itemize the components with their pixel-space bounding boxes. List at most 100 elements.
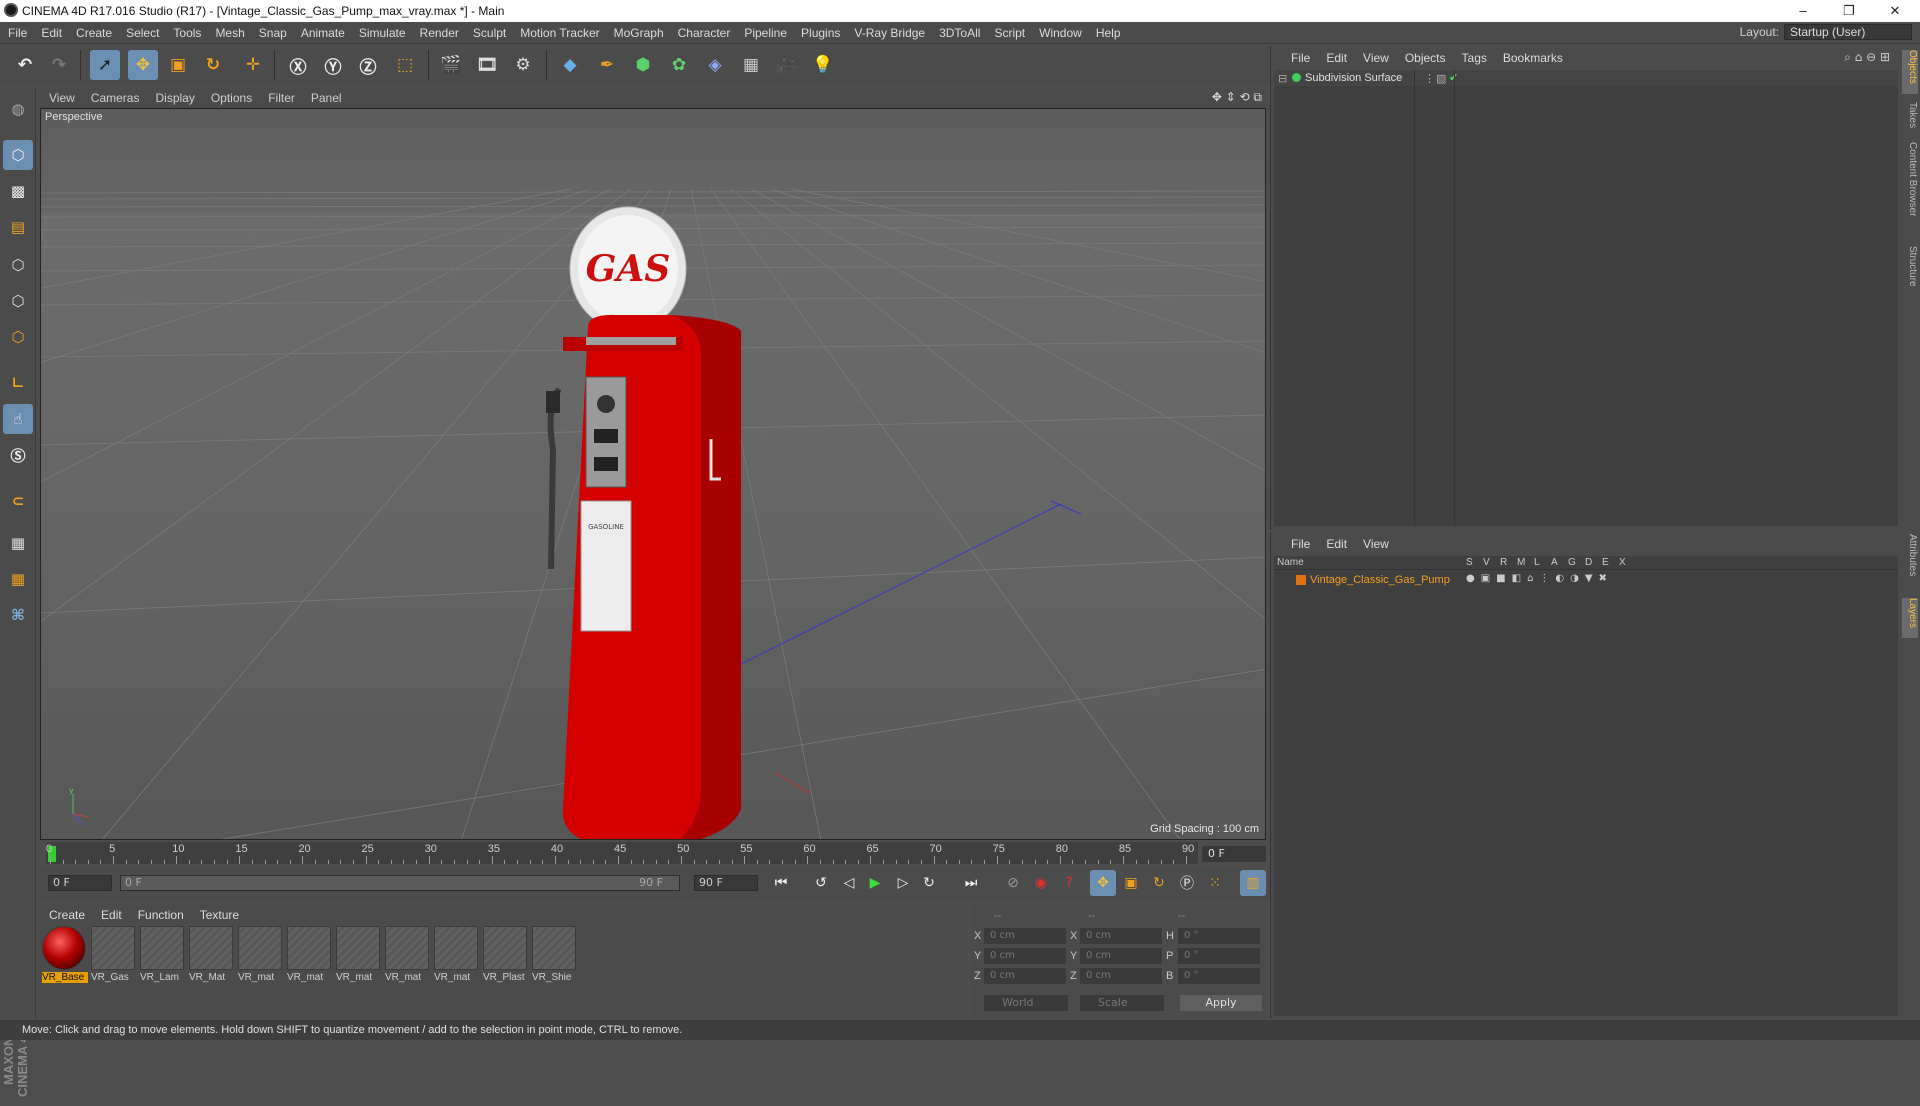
restore-button[interactable]: ❐ xyxy=(1826,0,1872,22)
redo-icon[interactable]: ↷ xyxy=(44,50,74,80)
pos-y-field[interactable]: 0 cm xyxy=(984,948,1066,964)
edit-flag-icon[interactable]: ▨ xyxy=(1436,72,1446,85)
menu-edit[interactable]: Edit xyxy=(33,22,68,40)
magnet-icon[interactable]: ⊂ xyxy=(3,486,33,516)
material-swatch[interactable]: VR_mat xyxy=(336,926,382,988)
objects-menu-bookmarks[interactable]: Bookmarks xyxy=(1494,46,1570,65)
menu-tools[interactable]: Tools xyxy=(165,22,207,40)
menu-render[interactable]: Render xyxy=(412,22,465,40)
render-view-icon[interactable]: 🎬 xyxy=(436,50,466,80)
tab-structure[interactable]: Structure xyxy=(1902,246,1918,298)
key-point-level-icon[interactable]: ⁙ xyxy=(1202,870,1228,896)
record-active-objects-icon[interactable]: ◉ xyxy=(1028,870,1054,896)
material-swatch[interactable]: VR_Mat xyxy=(189,926,235,988)
lock-workplane-icon[interactable]: ▦ xyxy=(3,528,33,558)
viewport-menu-panel[interactable]: Panel xyxy=(302,88,349,105)
material-swatch[interactable]: VR_Lam xyxy=(140,926,186,988)
points-mode-icon[interactable]: ⬡ xyxy=(3,250,33,280)
object-list[interactable]: ⊟ Subdivision Surface ⋮ ▨ ✔ xyxy=(1274,70,1898,526)
menu-script[interactable]: Script xyxy=(986,22,1031,40)
key-parameter-icon[interactable]: Ⓟ xyxy=(1174,870,1200,896)
objects-menu-edit[interactable]: Edit xyxy=(1317,46,1354,65)
tab-attributes[interactable]: Attributes xyxy=(1902,534,1918,590)
material-swatch[interactable]: VR_Base xyxy=(42,926,88,988)
end-frame-field[interactable]: 90 F xyxy=(694,875,758,891)
coordinate-space-dropdown[interactable]: World xyxy=(984,995,1068,1011)
polygons-mode-icon[interactable]: ⬡ xyxy=(3,322,33,352)
autokeying-icon[interactable]: ? xyxy=(1056,870,1082,896)
perspective-viewport[interactable]: GAS GASOLINE y Perspective Grid Spacing … xyxy=(40,108,1266,840)
camera-icon[interactable]: 🎥 xyxy=(772,50,802,80)
rot-p-field[interactable]: 0 ° xyxy=(1178,948,1260,964)
key-scale-icon[interactable]: ▣ xyxy=(1118,870,1144,896)
material-swatch[interactable]: VR_Shie xyxy=(532,926,578,988)
objects-menu-view[interactable]: View xyxy=(1354,46,1396,65)
rot-b-field[interactable]: 0 ° xyxy=(1178,968,1260,984)
objects-menu-objects[interactable]: Objects xyxy=(1396,46,1453,65)
material-menu-create[interactable]: Create xyxy=(40,904,92,922)
previous-key-icon[interactable]: ↺ xyxy=(808,870,834,896)
gas-pump-model[interactable]: GAS GASOLINE xyxy=(546,206,741,840)
cube-object-icon[interactable]: ◆ xyxy=(555,50,585,80)
size-x-field[interactable]: 0 cm xyxy=(1080,928,1162,944)
pos-x-field[interactable]: 0 cm xyxy=(984,928,1066,944)
rot-h-field[interactable]: 0 ° xyxy=(1178,928,1260,944)
object-manager-search-icon[interactable]: ⌕ ⌂ ⊖ ⊞ xyxy=(1844,50,1890,65)
viewport-menu-cameras[interactable]: Cameras xyxy=(82,88,147,105)
planar-workplane-icon[interactable]: ▦ xyxy=(3,564,33,594)
tab-layers[interactable]: Layers xyxy=(1902,598,1918,638)
scale-tool-icon[interactable]: ▣ xyxy=(163,50,193,80)
layer-row[interactable]: Vintage_Classic_Gas_Pump ●▣■◧⌂⋮◐◑▼✖ xyxy=(1274,572,1898,588)
menu-character[interactable]: Character xyxy=(670,22,737,40)
transform-tool-icon[interactable]: ✛ xyxy=(238,50,268,80)
subdivision-surface-icon[interactable]: ⬢ xyxy=(628,50,658,80)
play-icon[interactable]: ▶ xyxy=(862,870,888,896)
menu-window[interactable]: Window xyxy=(1031,22,1088,40)
rotate-tool-icon[interactable]: ↻ xyxy=(198,50,228,80)
timeline-ruler[interactable]: 0 5 10 15 20 25 30 35 40 45 50 55 60 65 70 75 80 85 90 xyxy=(46,842,1198,864)
tab-content-browser[interactable]: Content Browser xyxy=(1902,142,1918,238)
tab-objects[interactable]: Objects xyxy=(1902,50,1918,94)
menu-plugins[interactable]: Plugins xyxy=(793,22,846,40)
menu-motion-tracker[interactable]: Motion Tracker xyxy=(512,22,605,40)
material-swatch[interactable]: VR_mat xyxy=(287,926,333,988)
material-swatch[interactable]: VR_Plast xyxy=(483,926,529,988)
layers-menu-edit[interactable]: Edit xyxy=(1317,532,1354,551)
viewport-menu-filter[interactable]: Filter xyxy=(259,88,302,105)
tab-takes[interactable]: Takes xyxy=(1902,102,1918,132)
coordinate-system-icon[interactable]: ⬚ xyxy=(390,50,420,80)
timeline-window-icon[interactable]: ▥ xyxy=(1240,870,1266,896)
workplane-mode-icon[interactable]: ▤ xyxy=(3,212,33,242)
expand-icon[interactable]: ⊟ xyxy=(1278,72,1287,85)
floor-scene-icon[interactable]: ▦ xyxy=(736,50,766,80)
layer-name[interactable]: Vintage_Classic_Gas_Pump xyxy=(1310,574,1450,586)
menu-animate[interactable]: Animate xyxy=(293,22,351,40)
go-to-start-icon[interactable]: ⏮ xyxy=(768,870,794,896)
material-menu-edit[interactable]: Edit xyxy=(92,904,129,922)
undo-icon[interactable]: ↶ xyxy=(10,50,40,80)
menu-file[interactable]: File xyxy=(0,22,33,40)
material-menu-texture[interactable]: Texture xyxy=(191,904,246,922)
mograph-cloner-icon[interactable]: ✿ xyxy=(664,50,694,80)
viewport-menu-options[interactable]: Options xyxy=(202,88,259,105)
menu-3dtoall[interactable]: 3DToAll xyxy=(931,22,986,40)
keyframe-selection-icon[interactable]: ⊘ xyxy=(1000,870,1026,896)
size-mode-dropdown[interactable]: Scale xyxy=(1080,995,1164,1011)
render-picture-viewer-icon[interactable]: 🎞 xyxy=(472,50,502,80)
next-key-icon[interactable]: ↻ xyxy=(916,870,942,896)
material-swatch[interactable]: VR_mat xyxy=(385,926,431,988)
snap-icon[interactable]: Ⓢ xyxy=(3,440,33,470)
material-swatch[interactable]: VR_mat xyxy=(238,926,284,988)
make-editable-icon[interactable]: ◍ xyxy=(3,94,33,124)
size-y-field[interactable]: 0 cm xyxy=(1080,948,1162,964)
pos-z-field[interactable]: 0 cm xyxy=(984,968,1066,984)
layers-menu-file[interactable]: File xyxy=(1271,532,1317,551)
menu-simulate[interactable]: Simulate xyxy=(351,22,412,40)
viewport-menu-view[interactable]: View xyxy=(40,88,82,105)
menu-snap[interactable]: Snap xyxy=(251,22,293,40)
menu-help[interactable]: Help xyxy=(1088,22,1127,40)
layout-dropdown[interactable]: Startup (User) xyxy=(1784,24,1912,40)
light-icon[interactable]: 💡 xyxy=(808,50,838,80)
key-rotation-icon[interactable]: ↻ xyxy=(1146,870,1172,896)
layers-menu-view[interactable]: View xyxy=(1354,532,1396,551)
